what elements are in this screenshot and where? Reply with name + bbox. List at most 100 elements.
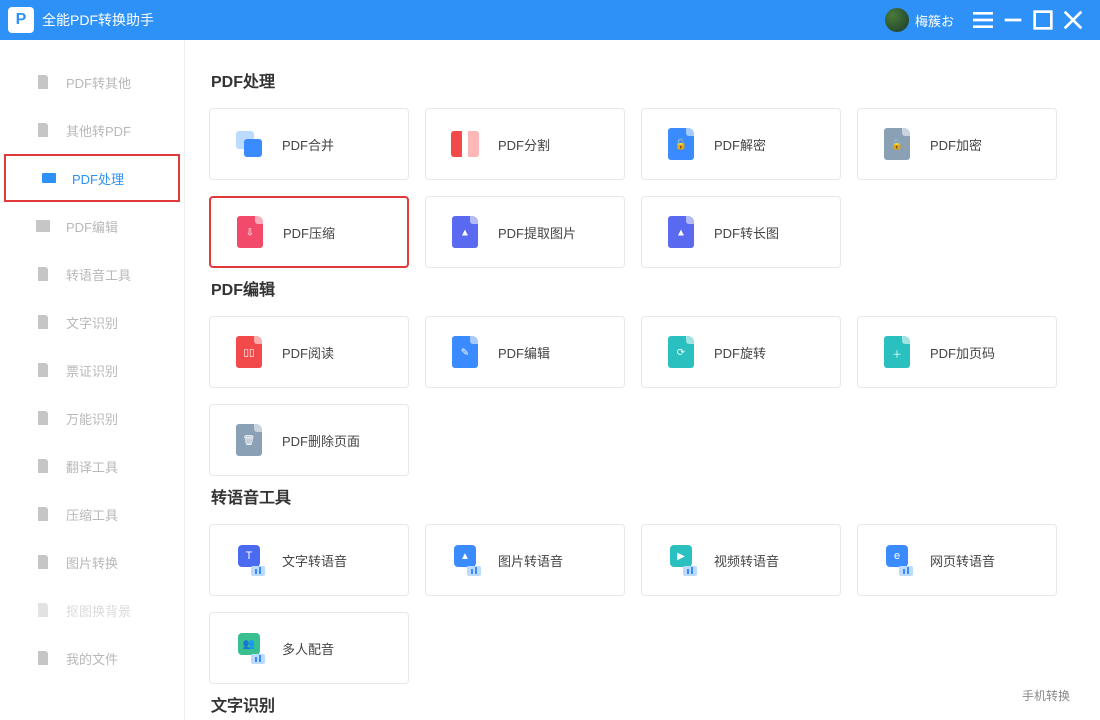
sidebar: PDF转其他 其他转PDF PDF处理 PDF编辑 转语音工具 文字识别 票证识… <box>0 40 185 720</box>
maximize-button[interactable] <box>1028 5 1058 35</box>
card-label: PDF加页码 <box>930 343 995 362</box>
sidebar-item-label: 图片转换 <box>66 553 118 572</box>
sidebar-item-label: 抠图换背景 <box>66 601 131 620</box>
sidebar-item-label: 票证识别 <box>66 361 118 380</box>
sidebar-item-pdf-to-other[interactable]: PDF转其他 <box>0 58 184 106</box>
card-pdf-encrypt[interactable]: 🔒PDF加密 <box>857 108 1057 180</box>
section-title: PDF编辑 <box>211 276 1080 300</box>
card-pdf-decrypt[interactable]: 🔓 PDF解密 <box>641 108 841 180</box>
card-row: PDF合并 PDF分割 🔓 PDF解密 🔒PDF加密 ⇩PDF压缩 ▲ PDF提取图… <box>209 108 1080 268</box>
sidebar-item-label: PDF处理 <box>72 169 124 188</box>
edit-icon: ✎ <box>450 334 480 370</box>
compress-icon <box>34 505 52 523</box>
card-label: PDF旋转 <box>714 343 766 362</box>
audio-icon <box>34 265 52 283</box>
card-video-tts[interactable]: ▶ 视频转语音 <box>641 524 841 596</box>
sidebar-item-ticket-ocr[interactable]: 票证识别 <box>0 346 184 394</box>
titlebar: P 全能PDF转换助手 梅簇お <box>0 0 1100 40</box>
footer-link[interactable]: 手机转换 <box>1022 687 1070 704</box>
sidebar-item-ocr[interactable]: 文字识别 <box>0 298 184 346</box>
edit-icon <box>34 217 52 235</box>
multi-voice-icon: 👥 <box>234 630 264 666</box>
card-pdf-read[interactable]: ▯▯ PDF阅读 <box>209 316 409 388</box>
card-pdf-extract-img[interactable]: ▲ PDF提取图片 <box>425 196 625 268</box>
process-icon <box>40 169 58 187</box>
file-icon <box>34 73 52 91</box>
cutout-icon <box>34 601 52 619</box>
sidebar-item-my-files[interactable]: 我的文件 <box>0 634 184 682</box>
card-text-tts[interactable]: T 文字转语音 <box>209 524 409 596</box>
card-label: 多人配音 <box>282 639 334 658</box>
card-pdf-merge[interactable]: PDF合并 <box>209 108 409 180</box>
app-title: 全能PDF转换助手 <box>42 10 154 30</box>
card-pdf-compress[interactable]: ⇩PDF压缩 <box>209 196 409 268</box>
card-label: PDF提取图片 <box>498 223 576 242</box>
card-label: PDF解密 <box>714 135 766 154</box>
sidebar-item-label: 翻译工具 <box>66 457 118 476</box>
sidebar-item-label: PDF编辑 <box>66 217 118 236</box>
image-icon: ▲ <box>450 214 480 250</box>
unlock-icon: 🔓 <box>666 126 696 162</box>
card-pdf-pagenum[interactable]: ＋ PDF加页码 <box>857 316 1057 388</box>
card-pdf-split[interactable]: PDF分割 <box>425 108 625 180</box>
card-label: 视频转语音 <box>714 551 779 570</box>
card-pdf-rotate[interactable]: ⟳ PDF旋转 <box>641 316 841 388</box>
pagenum-icon: ＋ <box>882 334 912 370</box>
translate-icon <box>34 457 52 475</box>
split-icon <box>450 126 480 162</box>
merge-icon <box>234 126 264 162</box>
card-label: PDF删除页面 <box>282 431 360 450</box>
avatar[interactable] <box>885 8 909 32</box>
delete-icon: 🗑 <box>234 422 264 458</box>
video-tts-icon: ▶ <box>666 542 696 578</box>
card-multi-voice[interactable]: 👥 多人配音 <box>209 612 409 684</box>
card-web-tts[interactable]: e网页转语音 <box>857 524 1057 596</box>
section-title: 转语音工具 <box>211 484 1080 508</box>
card-label: PDF加密 <box>930 135 982 154</box>
card-label: PDF编辑 <box>498 343 550 362</box>
card-pdf-edit[interactable]: ✎ PDF编辑 <box>425 316 625 388</box>
sidebar-item-translate[interactable]: 翻译工具 <box>0 442 184 490</box>
menu-button[interactable] <box>968 5 998 35</box>
longimg-icon: ▲ <box>666 214 696 250</box>
ocr-icon <box>34 313 52 331</box>
sidebar-item-label: 压缩工具 <box>66 505 118 524</box>
username[interactable]: 梅簇お <box>915 11 954 30</box>
card-row: ▯▯ PDF阅读 ✎ PDF编辑 ⟳ PDF旋转 ＋ PDF加页码 🗑 PDF删除页面 <box>209 316 1080 476</box>
ticket-icon <box>34 361 52 379</box>
card-label: PDF阅读 <box>282 343 334 362</box>
close-button[interactable] <box>1058 5 1088 35</box>
text-tts-icon: T <box>234 542 264 578</box>
compress-icon: ⇩ <box>235 214 265 250</box>
scan-icon <box>34 409 52 427</box>
files-icon <box>34 649 52 667</box>
sidebar-item-tts[interactable]: 转语音工具 <box>0 250 184 298</box>
sidebar-item-pdf-edit[interactable]: PDF编辑 <box>0 202 184 250</box>
main-content: PDF处理 PDF合并 PDF分割 🔓PDF解密 🔒PDF加密 ⇩PDF压缩 ▲… <box>185 40 1100 720</box>
image-tts-icon: ▲ <box>450 542 480 578</box>
sidebar-item-image-convert[interactable]: 图片转换 <box>0 538 184 586</box>
card-label: PDF合并 <box>282 135 334 154</box>
card-pdf-delete-page[interactable]: 🗑 PDF删除页面 <box>209 404 409 476</box>
card-label: PDF分割 <box>498 135 550 154</box>
sidebar-item-label: 文字识别 <box>66 313 118 332</box>
sidebar-item-pdf-process[interactable]: PDF处理 <box>4 154 180 202</box>
section-title: 文字识别 <box>211 692 1080 716</box>
sidebar-item-cutout[interactable]: 抠图换背景 <box>0 586 184 634</box>
card-label: 文字转语音 <box>282 551 347 570</box>
card-pdf-to-longimg[interactable]: ▲ PDF转长图 <box>641 196 841 268</box>
sidebar-item-compress[interactable]: 压缩工具 <box>0 490 184 538</box>
read-icon: ▯▯ <box>234 334 264 370</box>
sidebar-item-label: 转语音工具 <box>66 265 131 284</box>
image-icon <box>34 553 52 571</box>
card-label: 网页转语音 <box>930 551 995 570</box>
minimize-button[interactable] <box>998 5 1028 35</box>
sidebar-item-universal-ocr[interactable]: 万能识别 <box>0 394 184 442</box>
sidebar-item-other-to-pdf[interactable]: 其他转PDF <box>0 106 184 154</box>
card-label: PDF转长图 <box>714 223 779 242</box>
file-icon <box>34 121 52 139</box>
card-label: 图片转语音 <box>498 551 563 570</box>
rotate-icon: ⟳ <box>666 334 696 370</box>
card-image-tts[interactable]: ▲ 图片转语音 <box>425 524 625 596</box>
app-logo: P <box>8 7 34 33</box>
